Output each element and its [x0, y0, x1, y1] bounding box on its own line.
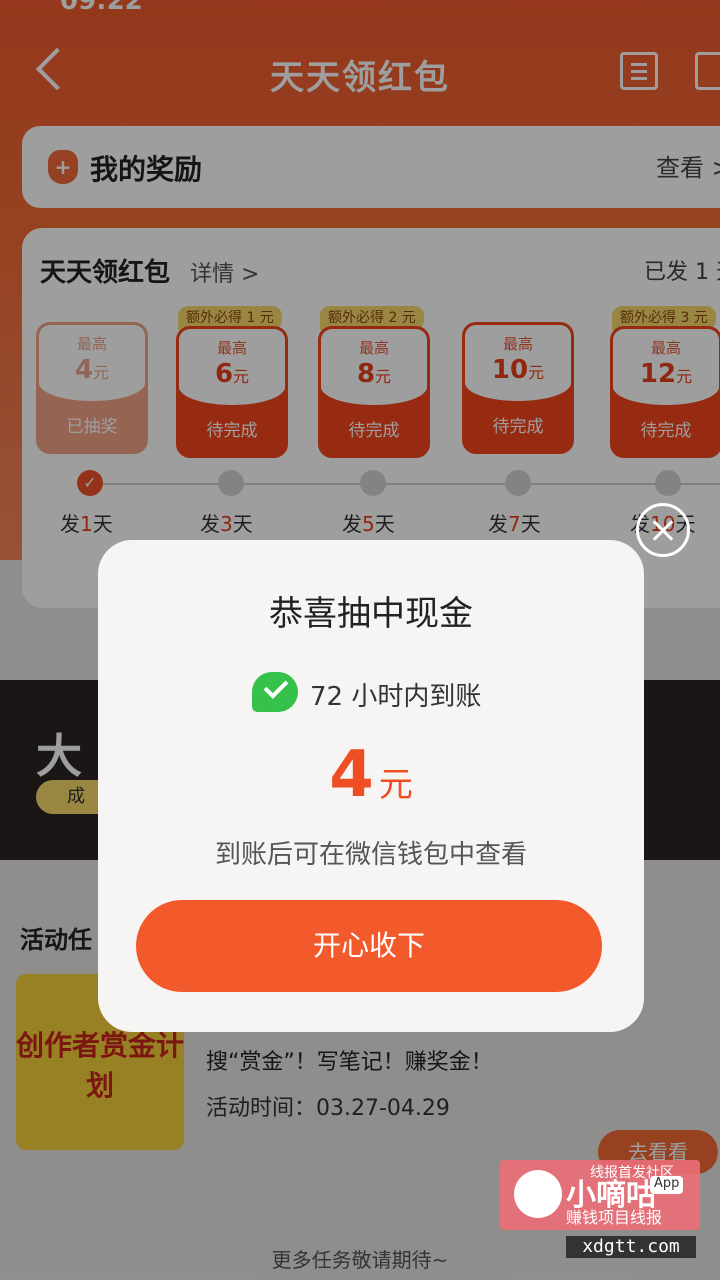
prize-amount-unit: 元 — [378, 765, 413, 805]
modal-title: 恭喜抽中现金 — [269, 594, 473, 634]
prize-amount: 4 元 — [98, 738, 644, 812]
watermark-face-icon — [514, 1170, 562, 1218]
prize-amount-number: 4 — [329, 738, 374, 812]
prize-modal: 恭喜抽中现金 72 小时内到账 4 元 到账后可在微信钱包中查看 开心收下 — [98, 540, 644, 1032]
watermark-url: xdgtt.com — [566, 1236, 696, 1258]
close-icon[interactable] — [636, 503, 690, 557]
wechat-icon — [252, 672, 298, 712]
accept-button[interactable]: 开心收下 — [136, 900, 602, 992]
arrival-text: 72 小时内到账 — [310, 682, 482, 712]
watermark-app: App — [650, 1176, 684, 1194]
modal-note: 到账后可在微信钱包中查看 — [214, 840, 527, 870]
watermark-bottom: 赚钱项目线报 — [566, 1208, 663, 1227]
watermark-logo: 线报首发社区 小嘀咕 App 赚钱项目线报 — [500, 1160, 700, 1230]
